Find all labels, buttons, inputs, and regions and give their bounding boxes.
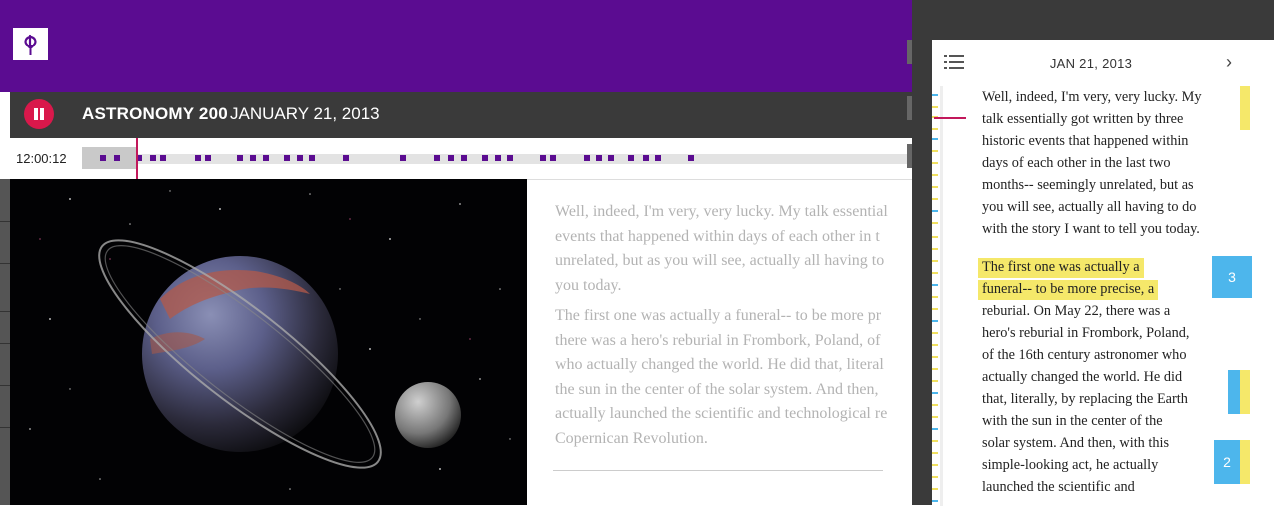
- timeline-marker[interactable]: [628, 155, 634, 161]
- transcript-paragraph: Well, indeed, I'm very, very lucky. My t…: [555, 203, 888, 294]
- course-title: ASTRONOMY 200: [82, 104, 228, 123]
- notes-paragraph: The first one was actually a funeral-- to…: [978, 256, 1222, 498]
- timeline-marker[interactable]: [495, 155, 501, 161]
- highlight-marker: [1240, 86, 1250, 130]
- left-edge-strip: [0, 179, 10, 505]
- lecture-date: JANUARY 21, 2013: [230, 104, 380, 123]
- transcript-paragraph: The first one was actually a funeral-- t…: [555, 307, 888, 447]
- timeline-marker[interactable]: [688, 155, 694, 161]
- panel-edge-handle[interactable]: [907, 40, 912, 64]
- timeline-marker[interactable]: [160, 155, 166, 161]
- notes-header: JAN 21, 2013 ›: [932, 40, 1274, 86]
- highlighted-text[interactable]: The first one was actually a: [978, 258, 1144, 278]
- notes-paragraph: Well, indeed, I'm very, very lucky. My ta…: [982, 89, 1202, 237]
- position-pointer: [934, 117, 966, 119]
- timeline-marker[interactable]: [482, 155, 488, 161]
- highlight-marker: [1240, 440, 1250, 484]
- timeline-marker[interactable]: [309, 155, 315, 161]
- timeline-marker[interactable]: [643, 155, 649, 161]
- timeline-marker[interactable]: [507, 155, 513, 161]
- timeline-marker[interactable]: [461, 155, 467, 161]
- playhead[interactable]: [136, 138, 138, 179]
- pause-button[interactable]: [24, 99, 54, 129]
- timeline-marker[interactable]: [343, 155, 349, 161]
- timeline-marker[interactable]: [100, 155, 106, 161]
- current-time: 12:00:12: [16, 151, 67, 166]
- timeline[interactable]: 12:00:12: [0, 138, 912, 180]
- planet-image: [10, 179, 527, 505]
- timeline-marker[interactable]: [250, 155, 256, 161]
- timeline-marker[interactable]: [608, 155, 614, 161]
- timeline-marker[interactable]: [150, 155, 156, 161]
- top-bar: [0, 0, 912, 92]
- highlight-count-badge[interactable]: 3: [1212, 256, 1252, 298]
- highlight-marker: [1240, 370, 1250, 414]
- timeline-marker[interactable]: [205, 155, 211, 161]
- timeline-marker[interactable]: [596, 155, 602, 161]
- transcript-text[interactable]: Well, indeed, I'm very, very lucky. My t…: [555, 200, 915, 457]
- logo[interactable]: [13, 28, 48, 60]
- timeline-marker[interactable]: [540, 155, 546, 161]
- timeline-marker[interactable]: [263, 155, 269, 161]
- player-bar: ASTRONOMY 200 JANUARY 21, 2013: [10, 92, 912, 138]
- timeline-marker[interactable]: [195, 155, 201, 161]
- timeline-marker[interactable]: [297, 155, 303, 161]
- torch-icon: [24, 34, 37, 55]
- panel-edge-handle[interactable]: [907, 96, 912, 120]
- highlight-count-badge[interactable]: 2: [1214, 440, 1240, 484]
- highlight-count-badge[interactable]: [1228, 370, 1240, 414]
- timeline-marker[interactable]: [434, 155, 440, 161]
- timeline-marker[interactable]: [655, 155, 661, 161]
- timeline-played: [82, 147, 136, 169]
- chevron-right-icon[interactable]: ›: [1226, 52, 1232, 73]
- notes-date: JAN 21, 2013: [1049, 56, 1133, 71]
- highlighted-text[interactable]: funeral-- to be more precise, a: [978, 280, 1159, 300]
- timeline-marker[interactable]: [448, 155, 454, 161]
- timeline-marker[interactable]: [284, 155, 290, 161]
- timeline-marker[interactable]: [550, 155, 556, 161]
- notes-transcript[interactable]: Well, indeed, I'm very, very lucky. My ta…: [978, 86, 1222, 514]
- timeline-marker[interactable]: [584, 155, 590, 161]
- timeline-marker[interactable]: [237, 155, 243, 161]
- notes-card: JAN 21, 2013 › Well, indeed, I'm very, v…: [932, 40, 1274, 506]
- transcript-divider: [553, 470, 883, 471]
- timeline-marker[interactable]: [400, 155, 406, 161]
- video-frame[interactable]: [10, 179, 527, 505]
- mini-map[interactable]: [932, 86, 946, 506]
- panel-edge-handle[interactable]: [907, 144, 912, 168]
- timeline-marker[interactable]: [114, 155, 120, 161]
